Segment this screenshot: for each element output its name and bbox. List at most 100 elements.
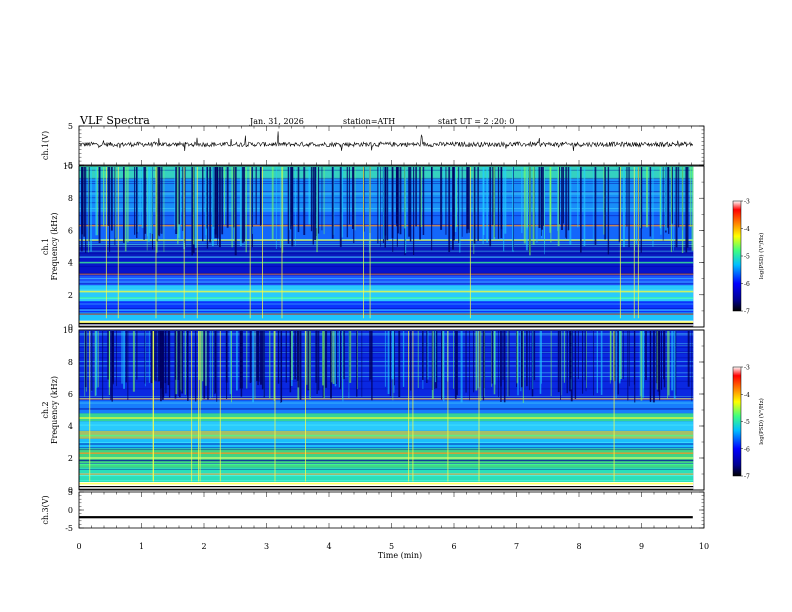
vertical-streak [475,331,478,391]
vertical-streak [252,331,254,403]
band-line [79,310,694,311]
vertical-streak [370,331,372,380]
x-axis-label: Time (min) [378,551,422,560]
y-axis-label: Frequency (kHz) [50,376,59,444]
vertical-streak [305,331,306,482]
x-tick-label: 8 [576,542,581,551]
y-tick-label: 10 [63,162,73,171]
colorbar-label: log(PSD) (V²/Hz) [758,398,765,445]
vertical-streak [563,167,564,224]
vertical-streak [123,167,125,243]
vertical-streak [592,167,594,242]
vertical-streak [226,331,228,399]
vertical-streak [144,331,146,384]
vertical-streak [460,331,463,403]
vertical-streak [199,331,201,482]
vertical-streak [299,331,302,400]
vertical-streak [217,167,218,246]
vertical-streak [567,167,570,231]
vertical-streak [391,167,394,239]
vertical-streak [203,331,206,399]
vertical-streak [219,167,221,248]
band-line [79,459,694,461]
vertical-streak [243,167,244,243]
y-axis-label: ch.3(V) [41,495,50,524]
vertical-streak [269,331,271,399]
band-line [79,398,694,400]
band-line [79,452,694,454]
vertical-streak [231,331,232,403]
vertical-streak [561,167,563,230]
vertical-streak [604,167,606,240]
band-line [79,480,694,481]
vertical-streak [503,167,505,252]
vertical-streak [88,167,90,242]
vertical-streak [559,167,560,225]
vertical-streak [321,167,323,231]
band-line [79,169,694,171]
vertical-streak [289,331,292,393]
vertical-streak [664,167,667,231]
vertical-streak [668,167,670,234]
ch2-spectrogram-panel: 0246810ch.2 Frequency (kHz) [41,326,705,495]
colorbar-tick-label: -3 [744,199,750,206]
band-line [79,277,694,279]
vertical-streak [582,331,584,394]
vertical-streak [500,167,503,230]
vertical-streak [114,167,116,245]
vertical-streak [541,167,542,236]
vertical-streak [141,167,144,228]
spectrogram-image [79,330,694,490]
vertical-streak [681,167,684,253]
band-line [79,473,694,475]
vertical-streak [151,167,153,234]
vertical-streak [529,167,531,256]
colorbar-tick-label: -4 [744,392,750,399]
vertical-streak [239,331,242,389]
vertical-streak [458,167,460,243]
x-tick-label: 4 [326,542,331,551]
y-tick-label: 0 [68,506,73,515]
vertical-streak [536,167,538,243]
vertical-streak [493,331,496,395]
vertical-streak [107,331,109,380]
band-line [79,408,694,410]
band-line [79,183,694,184]
y-axis-label: ch.1 [41,238,50,255]
vertical-streak [663,331,665,380]
band-line [79,266,694,268]
frequency-band [79,166,694,179]
vertical-streak [107,167,110,226]
band-line [79,396,694,398]
colorbar-tick-label: -7 [744,474,750,481]
vertical-streak [145,331,146,387]
y-tick-label: 4 [68,422,73,431]
vertical-streak [178,331,180,397]
baseline-line [79,325,694,327]
vertical-streak [454,331,457,399]
vertical-streak [214,331,216,393]
vertical-streak [549,167,552,233]
vertical-streak [209,167,212,243]
vertical-streak [246,331,248,389]
vertical-streak [116,331,117,387]
vertical-streak [175,167,178,234]
ch1-waveform-line [78,131,694,152]
vertical-streak [498,331,499,398]
vertical-streak [221,167,224,235]
vertical-streak [193,167,195,245]
vertical-streak [691,167,694,251]
vertical-streak [673,167,674,251]
y-tick-label: -5 [65,524,73,533]
vertical-streak [285,331,287,383]
band-line [79,289,694,291]
vertical-streak [108,331,111,388]
vertical-streak [361,331,363,397]
vertical-streak [387,331,390,394]
vertical-streak [541,331,542,384]
vertical-streak [277,331,280,384]
vertical-streak [85,167,87,253]
vertical-streak [202,167,204,242]
ch2-colorbar: -3 -4 -5 -6 -7 log(PSD) (V²/Hz) [732,365,765,481]
vertical-streak [308,167,311,225]
